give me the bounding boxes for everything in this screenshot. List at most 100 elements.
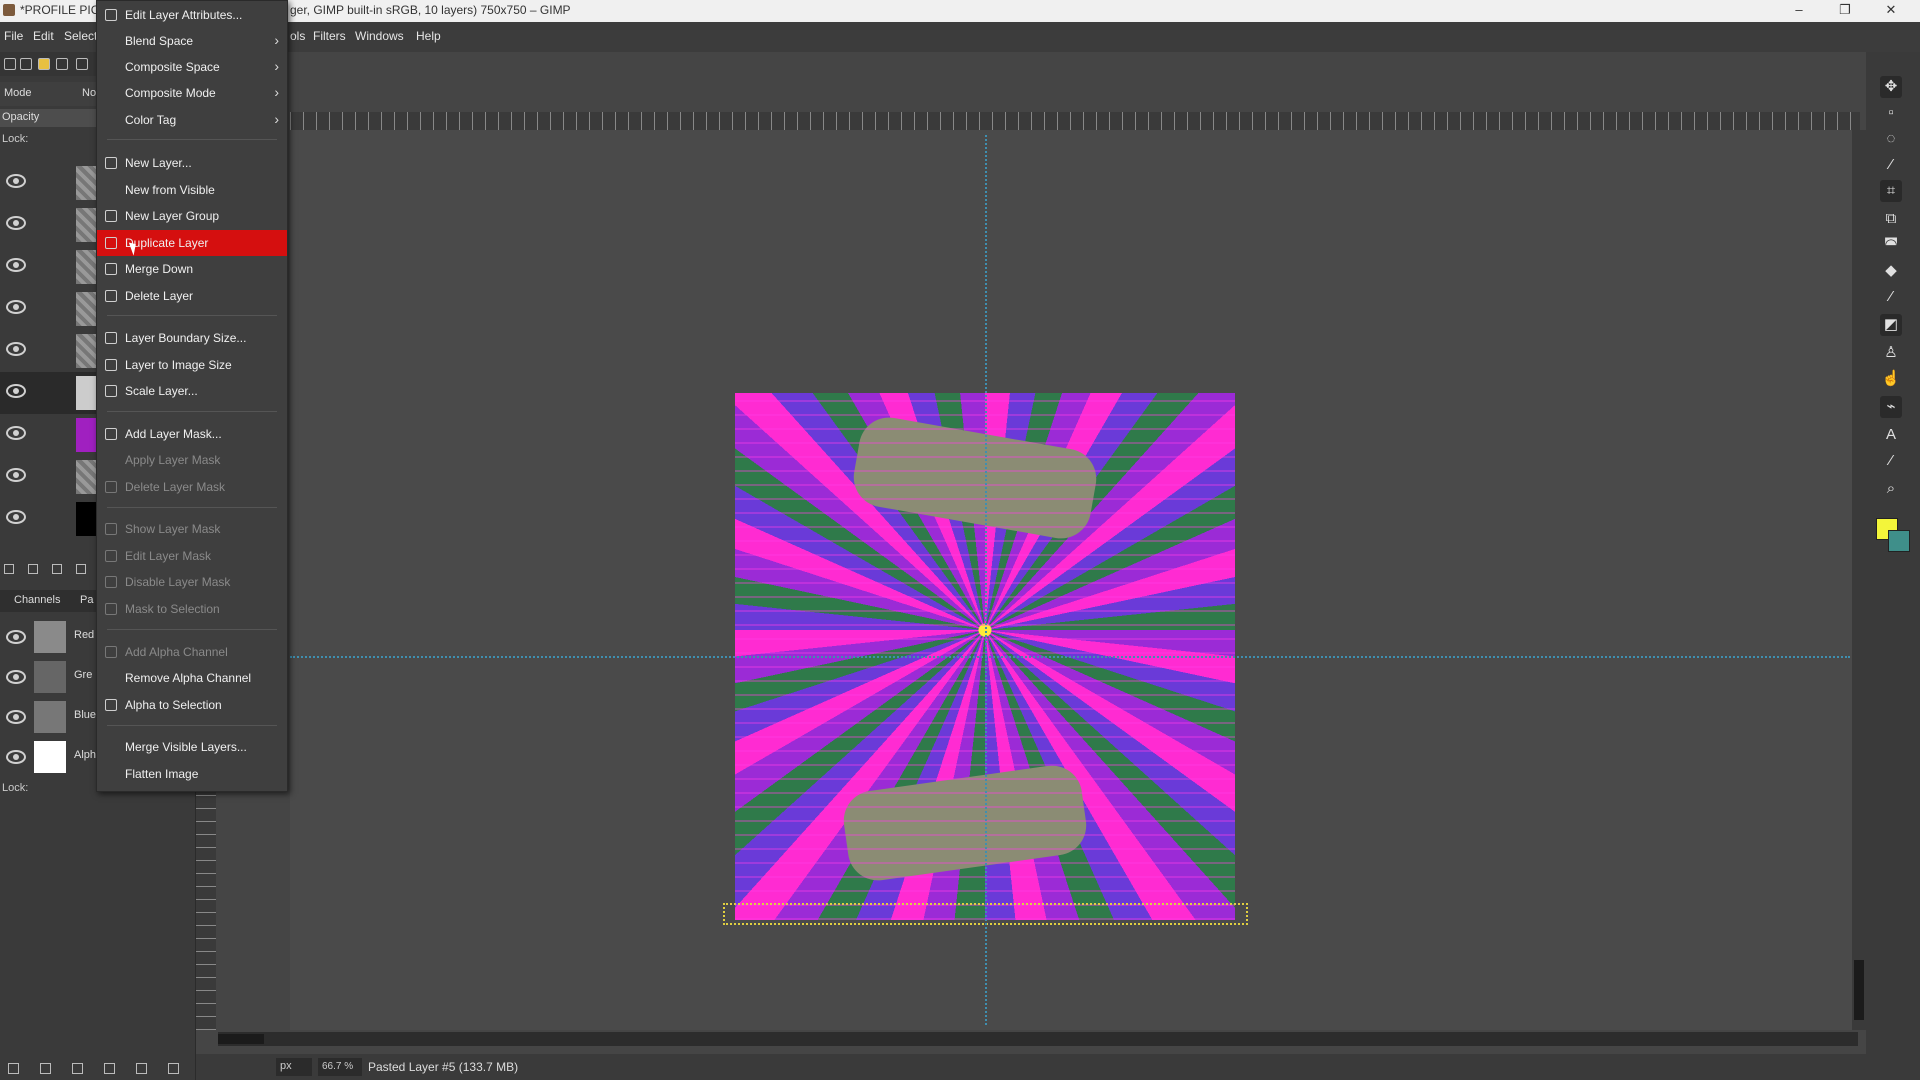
move-icon[interactable]: ✥ — [1880, 76, 1902, 98]
lasso-icon[interactable]: ◌ — [1880, 128, 1902, 150]
menu-filters[interactable]: Filters — [313, 29, 346, 43]
menu-item-alpha-to-selection[interactable]: Alpha to Selection — [97, 692, 287, 718]
visibility-eye-icon[interactable] — [6, 342, 26, 356]
menu-item-composite-space[interactable]: Composite Space › — [97, 54, 287, 80]
vertical-scrollbar[interactable] — [1852, 130, 1866, 1030]
brush-icon[interactable] — [38, 58, 50, 70]
menu-item-layer-to-image-size[interactable]: Layer to Image Size — [97, 352, 287, 378]
menu-item-merge-visible-layers[interactable]: Merge Visible Layers... — [97, 734, 287, 760]
menu-item-merge-down[interactable]: Merge Down — [97, 256, 287, 282]
menu-item-remove-alpha-channel[interactable]: Remove Alpha Channel — [97, 665, 287, 691]
visibility-eye-icon[interactable] — [6, 510, 26, 524]
visibility-eye-icon[interactable] — [6, 258, 26, 272]
unit-select[interactable]: px — [276, 1058, 312, 1076]
dock-arrow-icon[interactable] — [4, 58, 16, 70]
tab-paths[interactable]: Pa — [80, 594, 93, 606]
raise-channel-icon[interactable] — [40, 1063, 51, 1074]
lower-layer-icon[interactable] — [76, 564, 86, 574]
menu-item-new-layer-group[interactable]: New Layer Group — [97, 203, 287, 229]
new-channel-icon[interactable] — [8, 1063, 19, 1074]
zoom-select[interactable]: 66.7 % — [318, 1058, 362, 1076]
menu-item-new-from-visible[interactable]: New from Visible — [97, 177, 287, 203]
menu-item-flatten-image[interactable]: Flatten Image — [97, 761, 287, 787]
menu-file[interactable]: File — [4, 29, 23, 43]
bucket-fill-icon[interactable]: ◆ — [1880, 260, 1902, 282]
vertical-ruler[interactable] — [196, 790, 216, 1030]
channel-row-red[interactable]: Red — [0, 618, 98, 656]
background-color-swatch[interactable] — [1888, 530, 1910, 552]
vertical-guide[interactable] — [985, 135, 987, 1025]
menu-help[interactable]: Help — [416, 29, 441, 43]
layer-mode-row[interactable]: Mode No — [0, 82, 98, 106]
minimize-button[interactable]: – — [1776, 0, 1822, 22]
eraser-icon[interactable]: ◩ — [1880, 314, 1902, 336]
menu-item-delete-layer[interactable]: Delete Layer — [97, 283, 287, 309]
visibility-eye-icon[interactable] — [6, 384, 26, 398]
menu-item-composite-mode[interactable]: Composite Mode › — [97, 80, 287, 106]
menu-item-duplicate-layer[interactable]: Duplicate Layer — [97, 230, 287, 256]
tab-channels[interactable]: Channels — [14, 594, 60, 606]
restore-button[interactable]: ❐ — [1822, 0, 1868, 22]
fuzzy-select-icon[interactable]: ⁄ — [1880, 154, 1902, 176]
menu-select[interactable]: Select — [64, 29, 97, 43]
layer-row-selected[interactable] — [0, 372, 98, 414]
image-icon[interactable] — [76, 58, 88, 70]
menu-item-color-tag[interactable]: Color Tag › — [97, 107, 287, 133]
tool-options-icon[interactable] — [20, 58, 32, 70]
menu-item-scale-layer[interactable]: Scale Layer... — [97, 378, 287, 404]
layer-row[interactable] — [0, 204, 98, 246]
rect-select-icon[interactable]: ▫ — [1880, 102, 1902, 124]
horizontal-ruler[interactable] — [290, 112, 1860, 130]
layer-row[interactable] — [0, 330, 98, 372]
new-group-icon[interactable] — [28, 564, 38, 574]
menu-tools[interactable]: ols — [290, 29, 305, 43]
horizontal-scrollbar[interactable] — [218, 1032, 1858, 1046]
menu-edit[interactable]: Edit — [33, 29, 54, 43]
smudge-icon[interactable]: ☝ — [1880, 368, 1902, 390]
raise-layer-icon[interactable] — [52, 564, 62, 574]
channel-row-blue[interactable]: Blue — [0, 698, 98, 736]
crop-icon[interactable]: ⌗ — [1880, 180, 1902, 202]
duplicate-channel-icon[interactable] — [104, 1063, 115, 1074]
opacity-slider[interactable]: Opacity — [0, 109, 98, 127]
visibility-eye-icon[interactable] — [6, 174, 26, 188]
layer-row[interactable] — [0, 498, 98, 540]
visibility-eye-icon[interactable] — [6, 300, 26, 314]
delete-channel-icon[interactable] — [168, 1063, 179, 1074]
pencil-icon[interactable] — [56, 58, 68, 70]
warp-icon[interactable]: ◚ — [1880, 234, 1902, 256]
layer-row[interactable] — [0, 456, 98, 498]
menu-windows[interactable]: Windows — [355, 29, 404, 43]
layer-row[interactable] — [0, 288, 98, 330]
visibility-eye-icon[interactable] — [6, 630, 26, 644]
visibility-eye-icon[interactable] — [6, 710, 26, 724]
lower-channel-icon[interactable] — [72, 1063, 83, 1074]
visibility-eye-icon[interactable] — [6, 750, 26, 764]
horizontal-guide[interactable] — [290, 656, 1850, 658]
clone-icon[interactable]: ♙ — [1880, 342, 1902, 364]
channel-row-alpha[interactable]: Alph — [0, 738, 98, 776]
menu-item-edit-layer-attributes[interactable]: Edit Layer Attributes... — [97, 2, 287, 28]
paintbrush-icon[interactable]: ⁄ — [1880, 286, 1902, 308]
layer-row[interactable] — [0, 162, 98, 204]
color-picker-icon[interactable]: ⁄ — [1880, 450, 1902, 472]
menu-item-blend-space[interactable]: Blend Space › — [97, 28, 287, 54]
menu-item-add-layer-mask[interactable]: Add Layer Mask... — [97, 421, 287, 447]
menu-item-layer-boundary-size[interactable]: Layer Boundary Size... — [97, 325, 287, 351]
visibility-eye-icon[interactable] — [6, 670, 26, 684]
layer-row[interactable] — [0, 414, 98, 456]
channel-row-green[interactable]: Gre — [0, 658, 98, 696]
paths-icon[interactable]: ⌁ — [1880, 396, 1902, 418]
close-button[interactable]: ✕ — [1868, 0, 1914, 22]
mode-value[interactable]: No — [82, 87, 96, 99]
new-layer-icon[interactable] — [4, 564, 14, 574]
channel-to-selection-icon[interactable] — [136, 1063, 147, 1074]
visibility-eye-icon[interactable] — [6, 426, 26, 440]
visibility-eye-icon[interactable] — [6, 216, 26, 230]
zoom-icon[interactable]: ⌕ — [1880, 478, 1902, 500]
text-icon[interactable]: A — [1880, 424, 1902, 446]
visibility-eye-icon[interactable] — [6, 468, 26, 482]
unified-transform-icon[interactable]: ⧉ — [1880, 208, 1902, 230]
layer-row[interactable] — [0, 246, 98, 288]
menu-item-new-layer[interactable]: New Layer... — [97, 150, 287, 176]
